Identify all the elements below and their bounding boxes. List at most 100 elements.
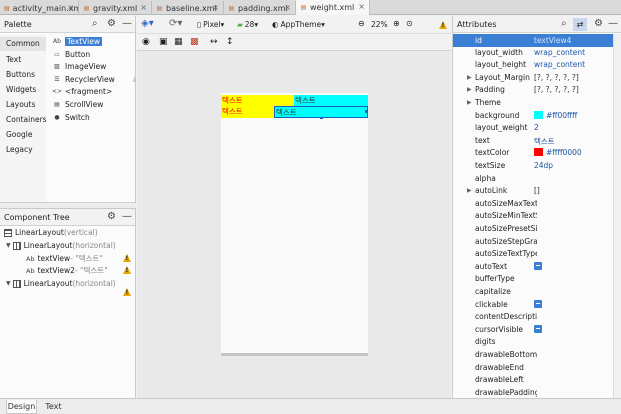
attribute-row-id[interactable]: id textView4: [453, 34, 613, 47]
attribute-row-background[interactable]: background #ff00ffff: [452, 110, 621, 124]
attribute-row-alpha[interactable]: alpha: [452, 174, 621, 187]
attribute-value[interactable]: [?, ?, ?, ?, ?]: [534, 85, 579, 94]
attribute-value[interactable]: #ffff0000: [534, 148, 582, 157]
tab-design[interactable]: Design: [6, 400, 37, 414]
device-selector[interactable]: ▯ Pixel ▾: [197, 20, 224, 29]
search-icon[interactable]: ⌕: [561, 19, 567, 29]
grid-icon[interactable]: ▦: [174, 37, 183, 47]
warning-icon[interactable]: [439, 21, 447, 29]
gear-icon[interactable]: ⚙: [107, 19, 116, 29]
tab-weight[interactable]: ▤ weight.xml ×: [296, 0, 370, 15]
warning-icon[interactable]: [123, 288, 131, 296]
expand-icon[interactable]: ▶: [467, 187, 472, 194]
tree-node-linearlayout-horizontal[interactable]: ▼ LinearLayout (horizontal): [6, 241, 116, 250]
attribute-row-autosizestepgranularity[interactable]: autoSizeStepGranularity: [452, 237, 621, 250]
zoom-fit-icon[interactable]: ⊙: [406, 19, 413, 28]
preview-textview-3[interactable]: 텍스트: [221, 106, 274, 118]
horizontal-arrow-icon[interactable]: ↔: [210, 37, 218, 47]
preview-textview-2[interactable]: 텍스트: [294, 95, 368, 106]
attribute-value[interactable]: wrap_content: [534, 60, 585, 69]
constraint-icon[interactable]: ▩: [190, 37, 199, 47]
tab-padding[interactable]: ▤ padding.xml ×: [224, 1, 296, 15]
search-icon[interactable]: ⌕: [92, 19, 98, 29]
warning-icon[interactable]: [123, 254, 131, 262]
palette-category-legacy[interactable]: Legacy: [6, 145, 33, 154]
attribute-value[interactable]: [534, 299, 542, 309]
download-icon[interactable]: ⤓: [133, 75, 136, 84]
palette-item-fragment[interactable]: <> <fragment>: [52, 87, 112, 96]
layers-icon[interactable]: ◈▾: [141, 19, 154, 29]
attribute-value[interactable]: []: [534, 186, 540, 195]
attribute-row-text[interactable]: text 텍스트: [452, 136, 621, 149]
zoom-in-icon[interactable]: ⊕: [393, 19, 400, 28]
zoom-out-icon[interactable]: ⊖: [358, 19, 365, 28]
collapse-icon[interactable]: ▼: [6, 242, 11, 249]
attribute-row-autosizepresetsizes[interactable]: autoSizePresetSizes: [452, 224, 621, 237]
minimize-icon[interactable]: —: [122, 19, 132, 29]
attribute-value[interactable]: wrap_content: [534, 48, 585, 57]
resize-handle[interactable]: [365, 110, 368, 113]
color-swatch[interactable]: [534, 148, 543, 157]
attribute-value[interactable]: 2: [534, 123, 539, 132]
close-icon[interactable]: ×: [67, 3, 74, 12]
attribute-row-capitalize[interactable]: capitalize: [452, 287, 621, 300]
attribute-row-autosizetexttype[interactable]: autoSizeTextType: [452, 249, 621, 262]
swap-view-icon[interactable]: ⇄: [573, 18, 587, 31]
tri-state-checkbox[interactable]: [534, 261, 542, 270]
tree-node-textview[interactable]: Ab textView - "텍스트": [26, 253, 103, 264]
attribute-value[interactable]: [?, ?, ?, ?, ?]: [534, 73, 579, 82]
tri-state-checkbox[interactable]: [534, 324, 542, 333]
palette-item-button[interactable]: ▭ Button: [52, 50, 90, 59]
tab-activity-main[interactable]: ▤ activity_main.xml ×: [0, 1, 79, 15]
palette-category-widgets[interactable]: Widgets: [6, 85, 36, 94]
attribute-row-padding[interactable]: ▶ Padding [?, ?, ?, ?, ?]: [452, 85, 621, 98]
attribute-row-layout-height[interactable]: layout_height wrap_content: [452, 60, 621, 73]
preview-textview-1[interactable]: 텍스트: [221, 95, 294, 106]
expand-icon[interactable]: ▶: [467, 74, 472, 81]
attribute-value[interactable]: textView4: [534, 36, 571, 45]
attribute-row-layout-weight[interactable]: layout_weight 2: [452, 123, 621, 136]
orientation-icon[interactable]: ⟳▾: [169, 19, 182, 29]
api-selector[interactable]: ▰ 28 ▾: [237, 20, 258, 29]
attribute-row-autosizemaxtextsize[interactable]: autoSizeMaxTextSize: [452, 199, 621, 212]
attribute-row-textsize[interactable]: textSize 24dp: [452, 161, 621, 174]
palette-category-google[interactable]: Google: [6, 130, 32, 139]
palette-category-text[interactable]: Text: [6, 55, 21, 64]
collapse-icon[interactable]: ▼: [6, 280, 11, 287]
tree-node-linearlayout-horizontal-2[interactable]: ▼ LinearLayout (horizontal): [6, 279, 116, 288]
warning-icon[interactable]: [123, 266, 131, 274]
vertical-arrow-icon[interactable]: ↕: [226, 37, 234, 47]
palette-item-imageview[interactable]: ▧ ImageView: [52, 62, 106, 71]
attribute-row-autolink[interactable]: ▶ autoLink []: [452, 186, 621, 199]
attribute-row-layout-margin[interactable]: ▶ Layout_Margin [?, ?, ?, ?, ?]: [452, 73, 621, 86]
close-icon[interactable]: ×: [284, 3, 291, 12]
tree-node-linearlayout-vertical[interactable]: LinearLayout (vertical): [4, 228, 98, 237]
attribute-value[interactable]: [534, 261, 542, 271]
palette-category-buttons[interactable]: Buttons: [6, 70, 35, 79]
tree-node-textview2[interactable]: Ab textView2 - "텍스트": [26, 265, 108, 276]
tab-text[interactable]: Text: [40, 400, 67, 414]
tri-state-checkbox[interactable]: [534, 299, 542, 308]
device-preview[interactable]: [221, 93, 368, 356]
expand-icon[interactable]: ▶: [467, 86, 472, 93]
gear-icon[interactable]: ⚙: [594, 19, 603, 29]
palette-item-textview[interactable]: Ab TextView: [52, 37, 102, 46]
attribute-row-drawableend[interactable]: drawableEnd: [452, 363, 621, 376]
attribute-row-drawableleft[interactable]: drawableLeft: [452, 375, 621, 388]
attribute-row-contentdescription[interactable]: contentDescription: [452, 312, 621, 325]
attribute-row-autotext[interactable]: autoText: [452, 261, 621, 275]
close-icon[interactable]: ×: [212, 3, 219, 12]
attribute-value[interactable]: 텍스트: [534, 136, 555, 147]
attribute-row-buffertype[interactable]: bufferType: [452, 274, 621, 287]
expand-icon[interactable]: ▶: [467, 99, 472, 106]
attribute-row-layout-width[interactable]: layout_width wrap_content: [452, 48, 621, 61]
attribute-row-textcolor[interactable]: textColor #ffff0000: [452, 148, 621, 161]
margin-icon[interactable]: ▣: [159, 37, 168, 47]
attribute-row-drawablebottom[interactable]: drawableBottom: [452, 350, 621, 363]
resize-handle[interactable]: [320, 117, 323, 119]
palette-item-scrollview[interactable]: ▤ ScrollView: [52, 100, 103, 109]
attribute-row-autosizemintextsize[interactable]: autoSizeMinTextSize: [452, 211, 621, 224]
minimize-icon[interactable]: —: [608, 19, 618, 29]
close-icon[interactable]: ×: [140, 3, 147, 12]
theme-selector[interactable]: ◐ AppTheme ▾: [272, 20, 325, 29]
